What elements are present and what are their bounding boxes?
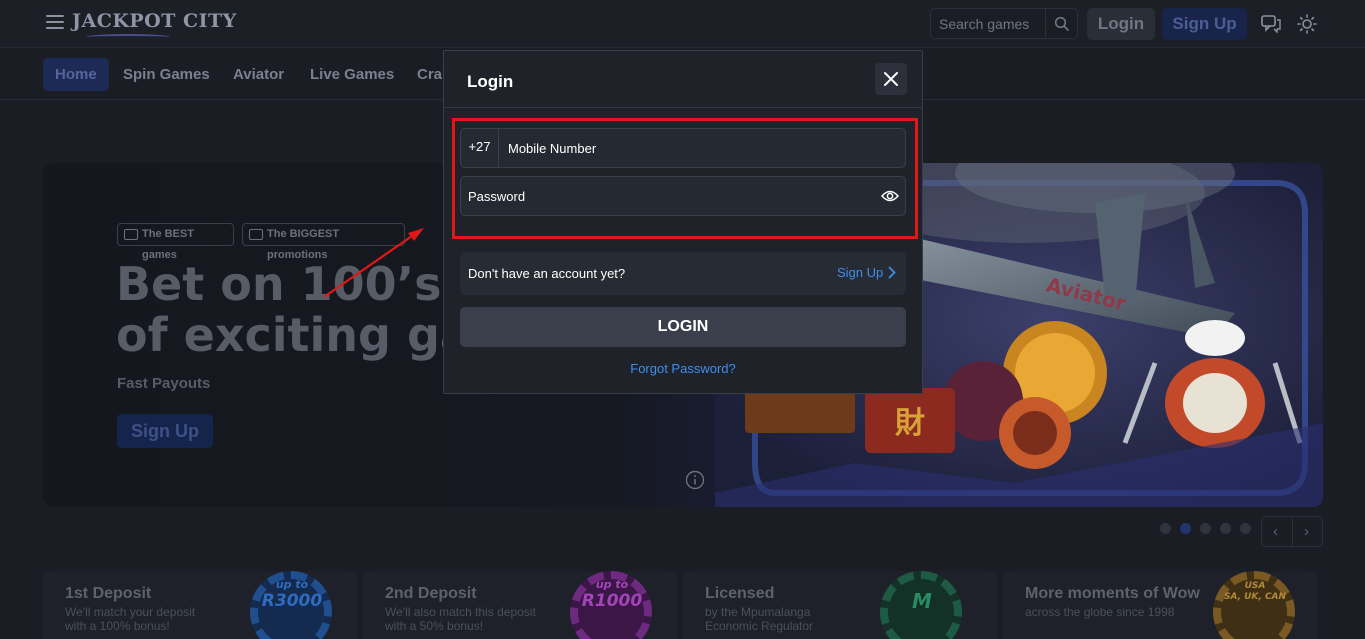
modal-title: Login (467, 72, 514, 91)
signup-link[interactable]: Sign Up (837, 265, 883, 280)
login-modal: Login +27 Don't have an account yet? Sig… (443, 50, 923, 394)
country-code-prefix[interactable]: +27 (461, 129, 499, 167)
signup-prompt: Don't have an account yet? Sign Up (460, 252, 906, 295)
eye-icon[interactable] (881, 189, 899, 203)
close-button[interactable] (875, 63, 907, 95)
close-icon (884, 72, 898, 86)
mobile-number-input[interactable] (508, 129, 898, 167)
mobile-number-field[interactable]: +27 (460, 128, 906, 168)
password-field[interactable] (460, 176, 906, 216)
modal-header: Login (444, 51, 922, 108)
password-input[interactable] (468, 177, 868, 215)
forgot-password-text[interactable]: Forgot Password? (630, 361, 736, 376)
chevron-right-icon[interactable] (888, 266, 896, 279)
login-submit-button[interactable]: LOGIN (460, 307, 906, 347)
forgot-password-link: Forgot Password? (444, 361, 922, 376)
no-account-text: Don't have an account yet? (468, 266, 626, 281)
